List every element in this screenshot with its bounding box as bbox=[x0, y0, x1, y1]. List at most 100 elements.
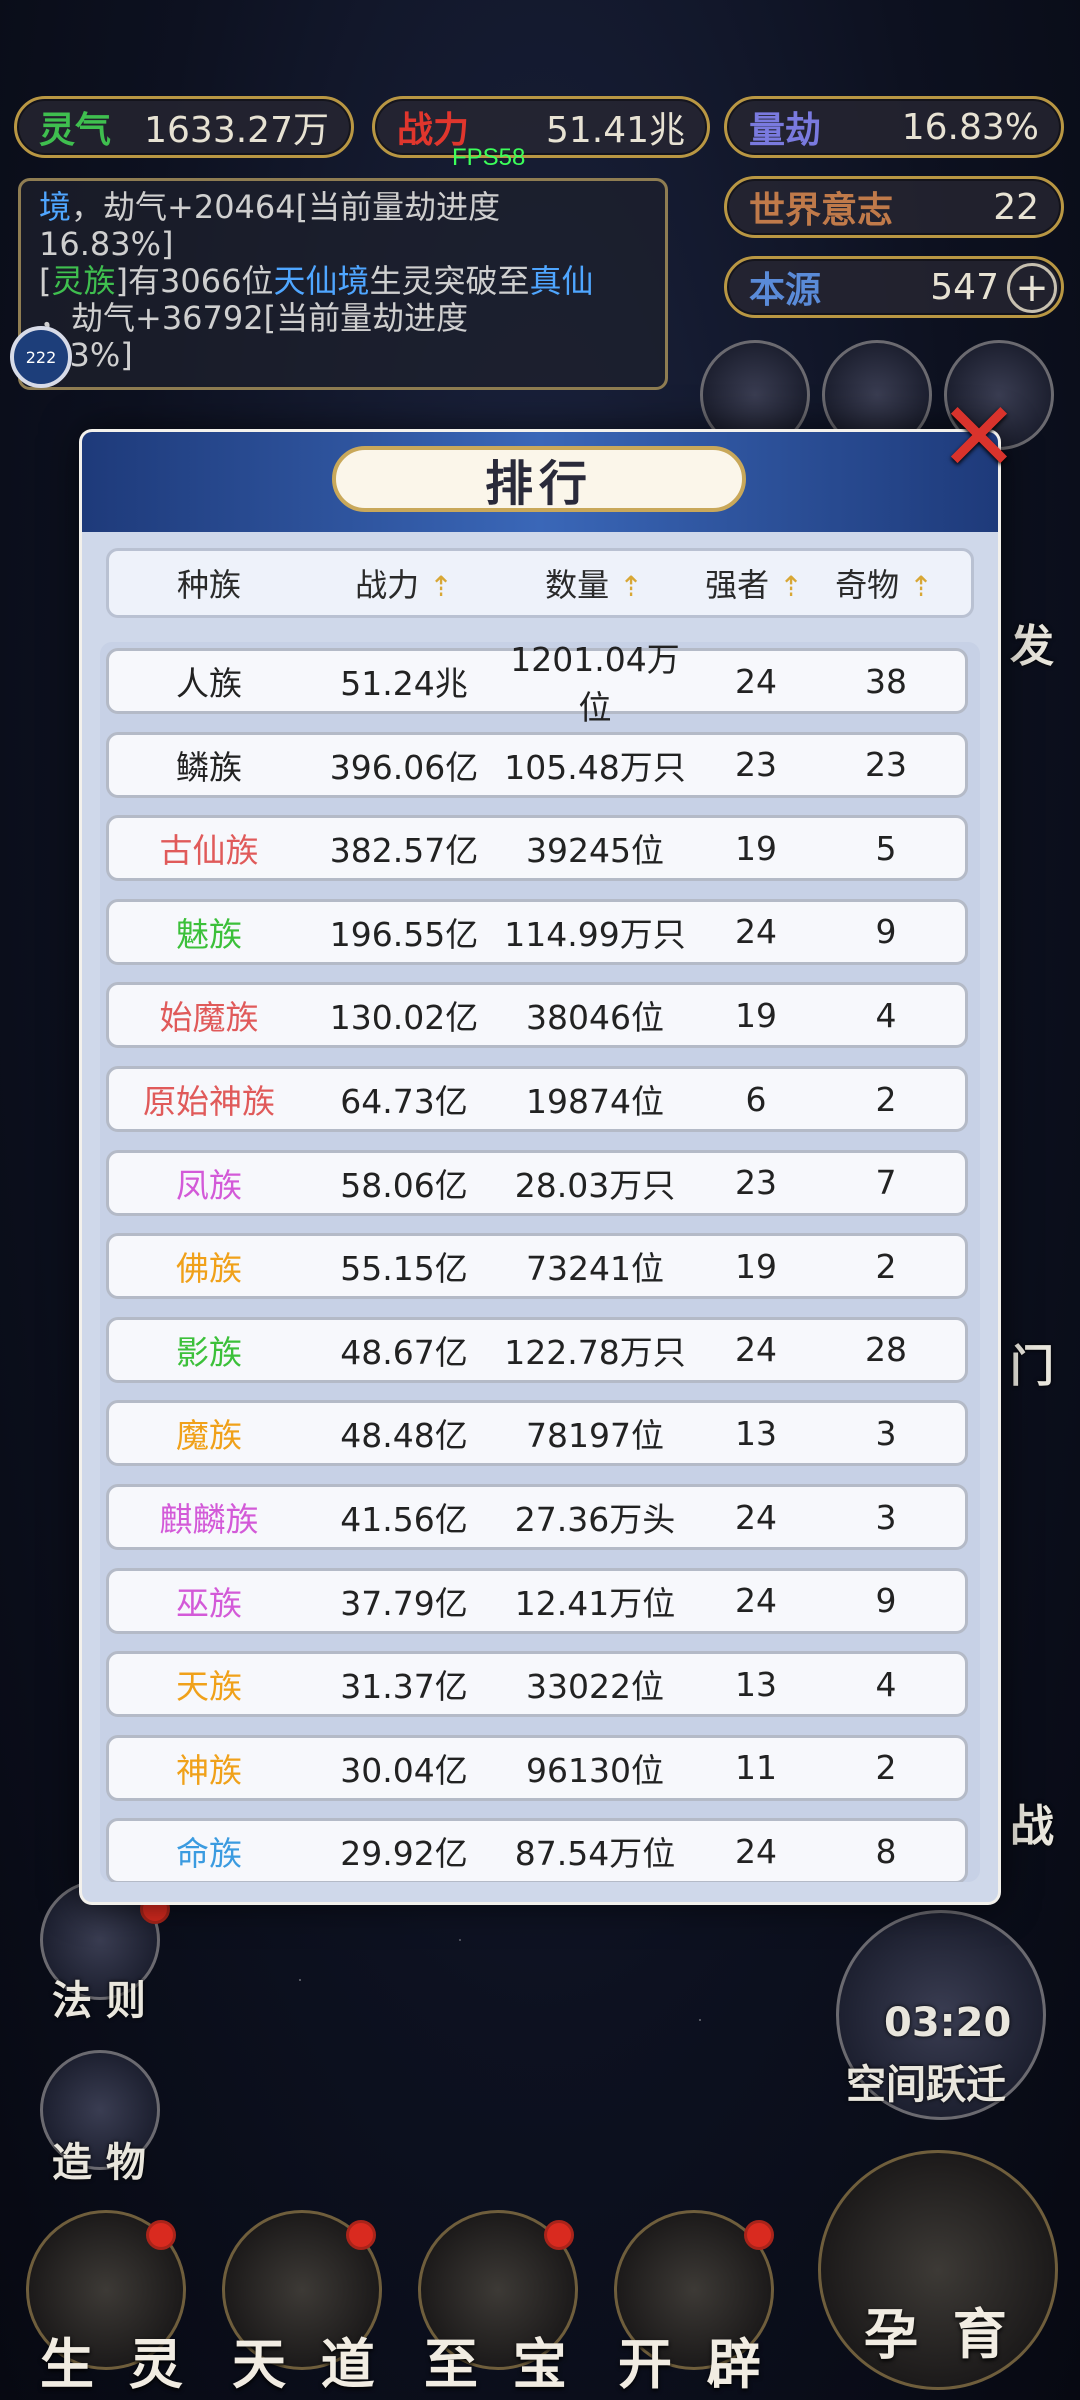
log-line5: .83%] bbox=[39, 336, 133, 374]
race-cell: 古仙族 bbox=[159, 831, 259, 871]
table-row[interactable]: 古仙族 382.57亿 39245位 19 5 bbox=[106, 815, 968, 882]
count-cell: 19874位 bbox=[526, 1082, 664, 1121]
power-cell: 382.57亿 bbox=[329, 831, 479, 871]
add-icon[interactable]: + bbox=[1007, 263, 1057, 313]
count-cell: 12.41万位 bbox=[514, 1583, 676, 1623]
side-label-zhan: 战 bbox=[1010, 1801, 1054, 1852]
treasure-cell: 3 bbox=[875, 1497, 897, 1537]
header-power[interactable]: 战力 ⇡ bbox=[309, 560, 499, 606]
strong-cell: 11 bbox=[735, 1748, 777, 1788]
header-count-label: 数量 bbox=[545, 566, 610, 604]
race-cell: 原始神族 bbox=[143, 1082, 275, 1121]
strong-cell: 24 bbox=[735, 1831, 777, 1871]
shijie-stat[interactable]: 世界意志 22 bbox=[724, 176, 1064, 238]
table-row[interactable]: 魔族 48.48亿 78197位 13 3 bbox=[106, 1400, 968, 1467]
nav-yunyu-label: 孕 育 bbox=[864, 2303, 1015, 2366]
table-row[interactable]: 鳞族 396.06亿 105.48万只 23 23 bbox=[106, 731, 968, 798]
tiandao-notify-dot bbox=[346, 2220, 376, 2250]
liangjie-label: 量劫 bbox=[749, 110, 822, 151]
lingqi-value: 1633.27万 bbox=[144, 110, 329, 151]
log-line4: ，劫气+36792[当前量劫进度 bbox=[39, 299, 469, 337]
table-row[interactable]: 影族 48.67亿 122.78万只 24 28 bbox=[106, 1316, 968, 1383]
liangjie-value: 16.83% bbox=[901, 106, 1039, 148]
table-row[interactable]: 原始神族 64.73亿 19874位 6 2 bbox=[106, 1066, 968, 1132]
strong-cell: 24 bbox=[735, 1581, 777, 1621]
header-count[interactable]: 数量 ⇡ bbox=[499, 560, 689, 606]
log-line1: ，劫气+20464[当前量劫进度 bbox=[71, 188, 501, 226]
race-cell: 始魔族 bbox=[159, 998, 259, 1038]
table-row[interactable]: 佛族 55.15亿 73241位 19 2 bbox=[106, 1233, 968, 1300]
race-cell: 神族 bbox=[176, 1750, 242, 1790]
table-row[interactable]: 巫族 37.79亿 12.41万位 24 9 bbox=[106, 1567, 968, 1634]
header-treasure[interactable]: 奇物 ⇡ bbox=[819, 560, 949, 606]
log-bracket: [ bbox=[39, 262, 52, 300]
header-race-label: 种族 bbox=[176, 566, 241, 604]
log-line3-after: 生灵突破至 bbox=[369, 262, 530, 300]
log-race: 灵族 bbox=[51, 262, 116, 300]
strong-cell: 24 bbox=[735, 661, 777, 701]
treasure-cell: 5 bbox=[875, 828, 897, 868]
treasure-cell: 2 bbox=[875, 1246, 897, 1286]
table-row[interactable]: 天族 31.37亿 33022位 13 4 bbox=[106, 1651, 968, 1718]
table-row[interactable]: 麒麟族 41.56亿 27.36万头 24 3 bbox=[106, 1484, 968, 1550]
strong-cell: 24 bbox=[735, 1497, 777, 1537]
power-cell: 130.02亿 bbox=[329, 998, 479, 1038]
table-row[interactable]: 凤族 58.06亿 28.03万只 23 7 bbox=[106, 1149, 968, 1216]
power-cell: 30.04亿 bbox=[340, 1750, 468, 1790]
table-row[interactable]: 魅族 196.55亿 114.99万只 24 9 bbox=[106, 898, 968, 965]
kaipi-notify-dot bbox=[744, 2220, 774, 2250]
strong-cell: 19 bbox=[735, 995, 777, 1035]
treasure-cell: 28 bbox=[865, 1330, 907, 1370]
race-cell: 巫族 bbox=[176, 1583, 242, 1623]
shijie-label: 世界意志 bbox=[749, 190, 894, 231]
count-cell: 28.03万只 bbox=[514, 1165, 676, 1205]
liangjie-stat[interactable]: 量劫 16.83% bbox=[724, 96, 1064, 158]
race-cell: 凤族 bbox=[176, 1165, 242, 1205]
count-cell: 73241位 bbox=[526, 1249, 664, 1289]
log-line2: 16.83%] bbox=[39, 225, 174, 263]
log-realm: 天仙境 bbox=[273, 262, 370, 300]
count-cell: 39245位 bbox=[526, 831, 664, 871]
count-cell: 114.99万只 bbox=[504, 914, 686, 954]
race-cell: 佛族 bbox=[176, 1249, 242, 1289]
zhibao-notify-dot bbox=[544, 2220, 574, 2250]
sort-arrow-icon: ⇡ bbox=[909, 570, 933, 603]
player-avatar-badge[interactable]: 222 bbox=[10, 326, 72, 388]
event-log: 境，劫气+20464[当前量劫进度 16.83%] [灵族]有3066位天仙境生… bbox=[18, 178, 668, 390]
count-cell: 105.48万只 bbox=[504, 747, 686, 787]
benyuan-stat[interactable]: 本源 547 + bbox=[724, 256, 1064, 318]
lingqi-stat[interactable]: 灵气 1633.27万 bbox=[14, 96, 354, 158]
log-line3-mid: ]有3066位 bbox=[115, 262, 274, 300]
ranking-list[interactable]: 人族 51.24兆 1201.04万位 24 38 鳞族 396.06亿 105.48万只 23… bbox=[100, 642, 980, 1882]
log-target: 真仙 bbox=[529, 262, 594, 300]
zhanli-stat[interactable]: 战力 51.41兆 bbox=[372, 96, 710, 158]
power-cell: 51.24兆 bbox=[340, 664, 468, 703]
nav-kaipi-label: 开 辟 bbox=[618, 2333, 769, 2396]
treasure-cell: 3 bbox=[875, 1413, 897, 1453]
table-row[interactable]: 命族 29.92亿 87.54万位 24 8 bbox=[106, 1818, 968, 1882]
nav-shengling-label: 生 灵 bbox=[40, 2333, 191, 2396]
header-strong[interactable]: 强者 ⇡ bbox=[689, 560, 819, 606]
power-cell: 58.06亿 bbox=[340, 1165, 468, 1205]
treasure-cell: 4 bbox=[875, 1664, 897, 1704]
count-cell: 87.54万位 bbox=[514, 1834, 676, 1874]
treasure-cell: 23 bbox=[865, 745, 907, 785]
table-row[interactable]: 始魔族 130.02亿 38046位 19 4 bbox=[106, 982, 968, 1049]
sort-arrow-icon: ⇡ bbox=[429, 570, 453, 603]
strong-cell: 19 bbox=[735, 828, 777, 868]
benyuan-value: 547 bbox=[930, 266, 999, 308]
power-cell: 37.79亿 bbox=[340, 1583, 468, 1623]
close-icon[interactable]: ✕ bbox=[934, 381, 1024, 493]
benyuan-label: 本源 bbox=[749, 270, 822, 311]
race-cell: 影族 bbox=[176, 1332, 242, 1372]
log-realm-text: 境 bbox=[39, 188, 72, 226]
table-row[interactable]: 人族 51.24兆 1201.04万位 24 38 bbox=[106, 642, 968, 727]
nav-zhibao-label: 至 宝 bbox=[424, 2333, 575, 2396]
modal-title: 排行 bbox=[332, 446, 746, 512]
race-cell: 命族 bbox=[176, 1834, 242, 1874]
table-row[interactable]: 神族 30.04亿 96130位 11 2 bbox=[106, 1734, 968, 1801]
count-cell: 33022位 bbox=[526, 1667, 664, 1707]
count-cell: 27.36万头 bbox=[514, 1500, 676, 1539]
lingqi-label: 灵气 bbox=[39, 110, 112, 151]
side-label-men: 门 bbox=[1010, 1341, 1054, 1392]
